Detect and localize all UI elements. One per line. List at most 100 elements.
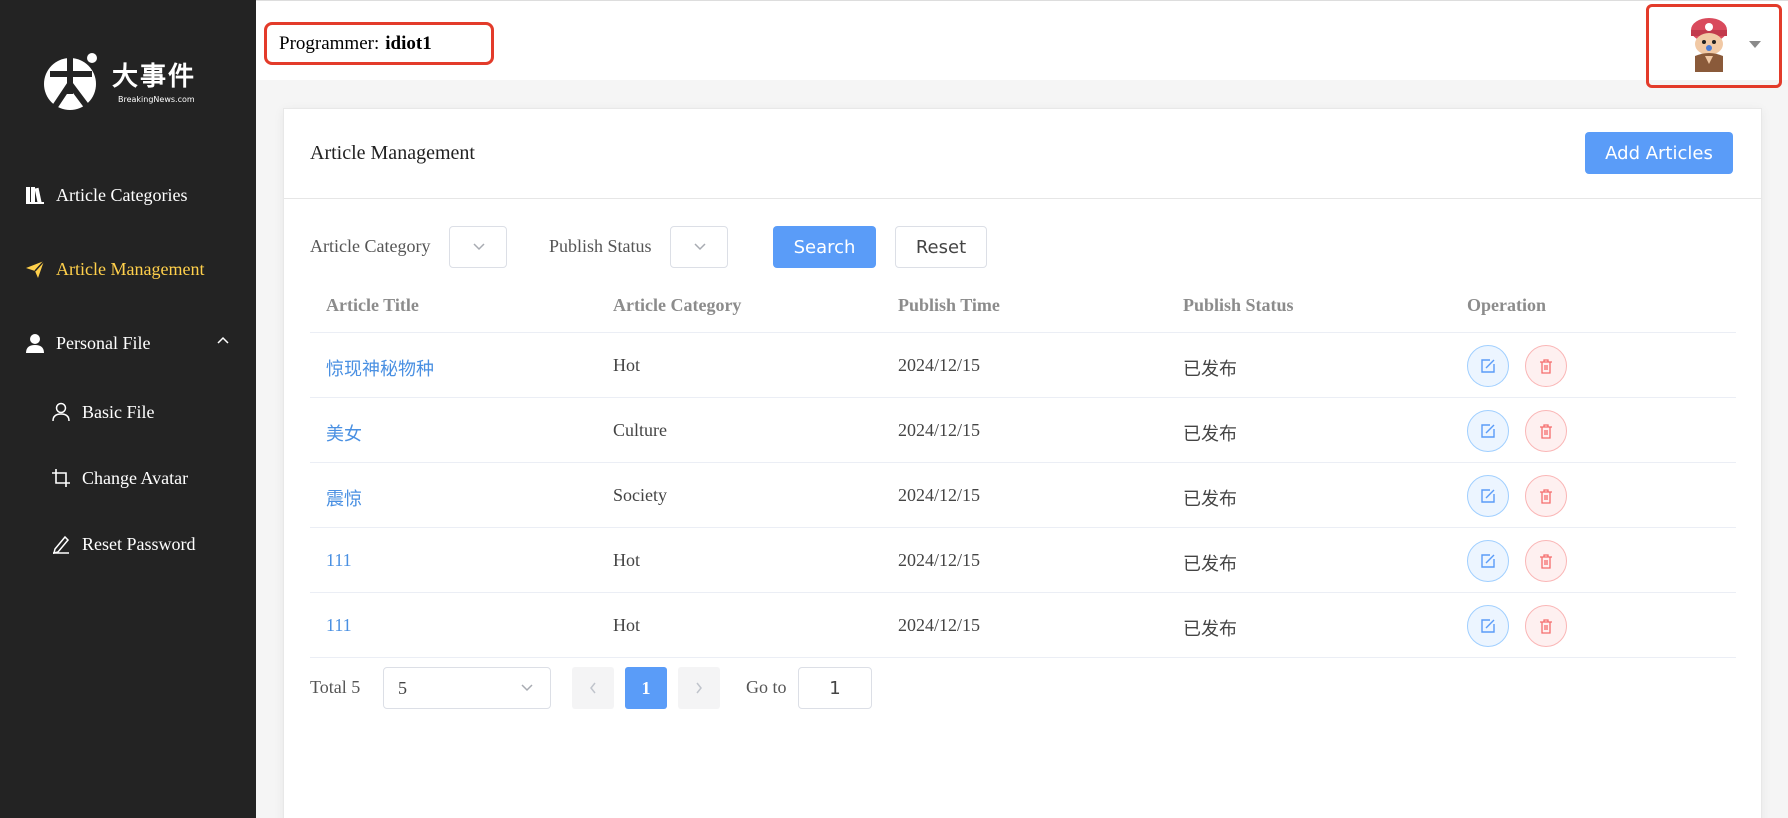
delete-button[interactable]: [1525, 410, 1567, 452]
goto-label: Go to: [746, 677, 787, 697]
article-title-link[interactable]: 震惊: [326, 485, 362, 511]
page-button-current[interactable]: 1: [625, 667, 667, 709]
article-title-link[interactable]: 美女: [326, 420, 362, 446]
app-root: 大事件 BreakingNews.com Article Categories …: [0, 0, 1788, 818]
article-category: Hot: [613, 615, 640, 635]
article-title-link[interactable]: 惊现神秘物种: [326, 355, 434, 381]
card-header: Article Management Add Articles: [284, 109, 1761, 199]
chevron-up-icon: [217, 336, 229, 344]
publish-status: 已发布: [1183, 489, 1237, 509]
table-row: 111 Hot 2024/12/15 已发布: [310, 528, 1736, 593]
user-icon: [24, 332, 46, 354]
sidebar-item-label: Reset Password: [82, 533, 196, 554]
article-category: Hot: [613, 355, 640, 375]
sidebar-item-reset-password[interactable]: Reset Password: [0, 516, 256, 572]
sidebar-item-label: Change Avatar: [82, 467, 189, 488]
edit-icon: [1481, 489, 1495, 503]
edit-button[interactable]: [1467, 475, 1509, 517]
reset-button[interactable]: Reset: [895, 226, 987, 268]
publish-time: 2024/12/15: [898, 550, 981, 570]
crop-icon: [50, 467, 72, 489]
article-title-link[interactable]: 111: [326, 550, 352, 571]
article-title-link[interactable]: 111: [326, 615, 352, 636]
send-icon: [24, 258, 46, 280]
edit-icon: [1481, 554, 1495, 568]
status-select[interactable]: [670, 226, 728, 268]
programmer-name: idiot1: [385, 32, 432, 54]
page-title: Article Management: [310, 142, 475, 164]
logo-mark-icon: [44, 52, 97, 110]
pagination-total: Total 5: [310, 677, 361, 697]
add-articles-button[interactable]: Add Articles: [1585, 132, 1733, 174]
table-row: 美女 Culture 2024/12/15 已发布: [310, 398, 1736, 463]
sidebar-item-change-avatar[interactable]: Change Avatar: [0, 450, 256, 506]
table-row: 震惊 Society 2024/12/15 已发布: [310, 463, 1736, 528]
edit-button[interactable]: [1467, 540, 1509, 582]
publish-status: 已发布: [1183, 554, 1237, 574]
sidebar-item-personal-file[interactable]: Personal File: [0, 315, 256, 371]
column-header-operation: Operation: [1467, 295, 1546, 315]
sidebar-item-basic-file[interactable]: Basic File: [0, 384, 256, 440]
sidebar-item-article-management[interactable]: Article Management: [0, 241, 256, 297]
column-header-time: Publish Time: [898, 295, 1000, 315]
caret-down-icon: [1749, 41, 1761, 48]
category-filter-label: Article Category: [310, 236, 431, 256]
article-category: Culture: [613, 420, 667, 440]
publish-time: 2024/12/15: [898, 420, 981, 440]
trash-icon: [1540, 424, 1552, 439]
next-page-button[interactable]: [678, 667, 720, 709]
goto-page-input[interactable]: [798, 667, 872, 709]
delete-button[interactable]: [1525, 345, 1567, 387]
logo-subtitle: BreakingNews.com: [118, 95, 195, 104]
sidebar-item-article-categories[interactable]: Article Categories: [0, 167, 256, 223]
status-filter-label: Publish Status: [549, 236, 652, 256]
sidebar-item-label: Article Management: [56, 258, 205, 279]
sidebar-item-label: Basic File: [82, 401, 155, 422]
table-row: 111 Hot 2024/12/15 已发布: [310, 593, 1736, 658]
delete-button[interactable]: [1525, 540, 1567, 582]
book-icon: [24, 184, 46, 206]
chevron-down-icon: [473, 243, 485, 251]
trash-icon: [1540, 619, 1552, 634]
avatar: [1691, 18, 1727, 72]
pen-icon: [50, 533, 72, 555]
logo: 大事件 BreakingNews.com: [40, 44, 220, 116]
trash-icon: [1540, 554, 1552, 569]
chevron-down-icon: [694, 243, 706, 251]
programmer-info: Programmer: idiot1: [264, 22, 494, 65]
chevron-down-icon: [521, 684, 533, 692]
column-header-status: Publish Status: [1183, 295, 1294, 315]
edit-button[interactable]: [1467, 410, 1509, 452]
publish-status: 已发布: [1183, 424, 1237, 444]
user-outline-icon: [50, 401, 72, 423]
page-size-select[interactable]: 5: [383, 667, 551, 709]
publish-time: 2024/12/15: [898, 615, 981, 635]
user-menu-trigger[interactable]: [1646, 4, 1782, 88]
category-select[interactable]: [449, 226, 507, 268]
sidebar: 大事件 BreakingNews.com Article Categories …: [0, 0, 256, 818]
publish-time: 2024/12/15: [898, 485, 981, 505]
delete-button[interactable]: [1525, 475, 1567, 517]
top-header: Programmer: idiot1: [256, 0, 1788, 88]
article-category: Hot: [613, 550, 640, 570]
table-row: 惊现神秘物种 Hot 2024/12/15 已发布: [310, 333, 1736, 398]
edit-button[interactable]: [1467, 605, 1509, 647]
edit-icon: [1481, 359, 1495, 373]
page-size-value: 5: [398, 678, 407, 698]
publish-status: 已发布: [1183, 359, 1237, 379]
programmer-label: Programmer:: [279, 32, 380, 54]
column-header-category: Article Category: [613, 295, 742, 315]
article-card: Article Management Add Articles Article …: [283, 108, 1762, 818]
table-header-row: Article Title Article Category Publish T…: [310, 269, 1736, 333]
chevron-left-icon: [590, 682, 596, 694]
sidebar-item-label: Personal File: [56, 332, 151, 353]
publish-time: 2024/12/15: [898, 355, 981, 375]
chevron-right-icon: [696, 682, 702, 694]
search-button[interactable]: Search: [773, 226, 876, 268]
edit-icon: [1481, 619, 1495, 633]
publish-status: 已发布: [1183, 619, 1237, 639]
edit-button[interactable]: [1467, 345, 1509, 387]
delete-button[interactable]: [1525, 605, 1567, 647]
prev-page-button[interactable]: [572, 667, 614, 709]
edit-icon: [1481, 424, 1495, 438]
